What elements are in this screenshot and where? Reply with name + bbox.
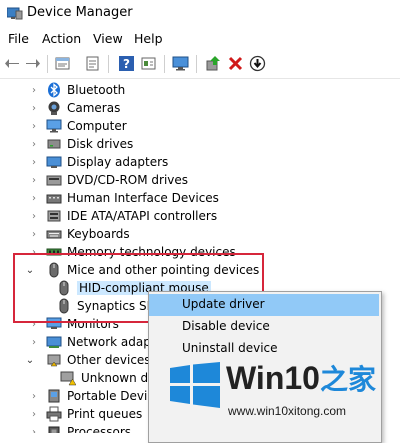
toolbar: ? [0,50,400,79]
uninstall-icon[interactable] [227,55,244,72]
tree-item-unknown-device[interactable]: Unknown de [58,369,156,387]
tree-item-cameras[interactable]: › Cameras [28,99,120,117]
chevron-right-icon[interactable]: › [28,121,40,132]
chevron-right-icon[interactable]: › [28,229,40,240]
display-icon [46,156,62,168]
watermark-brand-suffix: 之家 [319,364,376,395]
menu-item-update-driver[interactable]: Update driver [149,294,379,316]
toolbar-separator [47,55,48,73]
tree-item-human-interface-devices[interactable]: › Human Interface Devices [28,189,219,207]
toolbar-separator [164,55,165,73]
menu-help[interactable]: Help [134,31,163,46]
tree-item-dvd-cd-rom[interactable]: › DVD/CD-ROM drives [28,171,188,189]
watermark: Win10之家 www.win10xitong.com [170,356,400,433]
chevron-right-icon[interactable]: › [28,427,40,434]
tree-item-label: Unknown de [81,371,156,385]
warning-icon [60,371,76,386]
keyboard-icon [46,230,62,239]
tree-item-display-adapters[interactable]: › Display adapters [28,153,168,171]
tree-item-print-queues[interactable]: › Print queues [28,405,142,423]
chevron-right-icon[interactable]: › [28,409,40,420]
tree-item-label: IDE ATA/ATAPI controllers [67,209,218,223]
watermark-brand: Win10 [226,360,320,396]
tree-item-label: Display adapters [67,155,169,169]
view-icon[interactable] [140,55,157,72]
portable-icon [48,389,60,403]
chevron-right-icon[interactable]: › [28,103,40,114]
toolbar-separator [108,55,109,73]
chevron-right-icon[interactable]: › [28,175,40,186]
menu-item-disable-device[interactable]: Disable device [149,316,379,338]
menu-view[interactable]: View [93,31,123,46]
forward-arrow-icon[interactable] [24,55,41,72]
menu-item-label: Update driver [182,297,265,311]
disk-icon [47,139,61,149]
tree-item-label: Print queues [67,407,143,421]
tree-item-label: Cameras [67,101,121,115]
bluetooth-icon [48,82,60,98]
chevron-right-icon[interactable]: › [28,211,40,222]
tree-item-ide-ata-atapi[interactable]: › IDE ATA/ATAPI controllers [28,207,217,225]
other-icon [47,354,61,367]
menu-file[interactable]: File [8,31,29,46]
windows-logo-icon [170,362,220,408]
menu-item-label: Uninstall device [182,341,278,355]
tree-item-label: Bluetooth [67,83,126,97]
tree-item-label: Keyboards [67,227,130,241]
enable-device-icon[interactable] [249,55,266,72]
watermark-url: www.win10xitong.com [228,404,347,418]
title-bar: Device Manager [0,0,400,28]
update-driver-icon[interactable] [205,55,222,72]
device-manager-icon [7,7,23,20]
printer-icon [46,406,62,422]
computer-icon [46,119,62,133]
network-icon [46,336,62,348]
menu-bar: File Action View Help [0,28,400,50]
tree-item-label: Human Interface Devices [67,191,219,205]
chevron-down-icon[interactable]: ⌄ [20,355,40,366]
hid-icon [46,194,62,204]
ide-icon [47,210,61,222]
dvd-icon [46,175,62,186]
camera-icon [48,101,60,115]
tree-item-label: DVD/CD-ROM drives [67,173,189,187]
tree-item-label: Processors [67,425,132,433]
tree-item-portable-devices[interactable]: › Portable Devices [28,387,168,405]
window-title: Device Manager [27,5,133,20]
menu-action[interactable]: Action [42,31,81,46]
chevron-right-icon[interactable]: › [28,337,40,348]
chevron-right-icon[interactable]: › [28,85,40,96]
scan-icon[interactable] [84,55,101,72]
cpu-icon [48,426,60,433]
tree-item-keyboards[interactable]: › Keyboards [28,225,130,243]
tree-item-label: Other devices [67,353,151,367]
chevron-right-icon[interactable]: › [28,391,40,402]
tree-item-network-adapters[interactable]: › Network adapte [28,333,163,351]
help-icon[interactable]: ? [118,55,135,72]
toolbar-separator [196,55,197,73]
tree-item-label: Disk drives [67,137,134,151]
svg-text:?: ? [123,57,130,71]
chevron-right-icon[interactable]: › [28,193,40,204]
chevron-right-icon[interactable]: › [28,157,40,168]
menu-item-label: Disable device [182,319,270,333]
chevron-right-icon[interactable]: › [28,139,40,150]
tree-item-other-devices[interactable]: ⌄ Other devices [20,351,151,369]
tree-item-processors[interactable]: › Processors [28,423,131,433]
computer-icon[interactable] [172,55,189,72]
tree-item-bluetooth[interactable]: › Bluetooth [28,81,125,99]
back-arrow-icon[interactable] [4,55,21,72]
tree-item-disk-drives[interactable]: › Disk drives [28,135,133,153]
tree-item-computer[interactable]: › Computer [28,117,127,135]
tree-item-label: Computer [67,119,127,133]
properties-icon[interactable] [54,55,71,72]
